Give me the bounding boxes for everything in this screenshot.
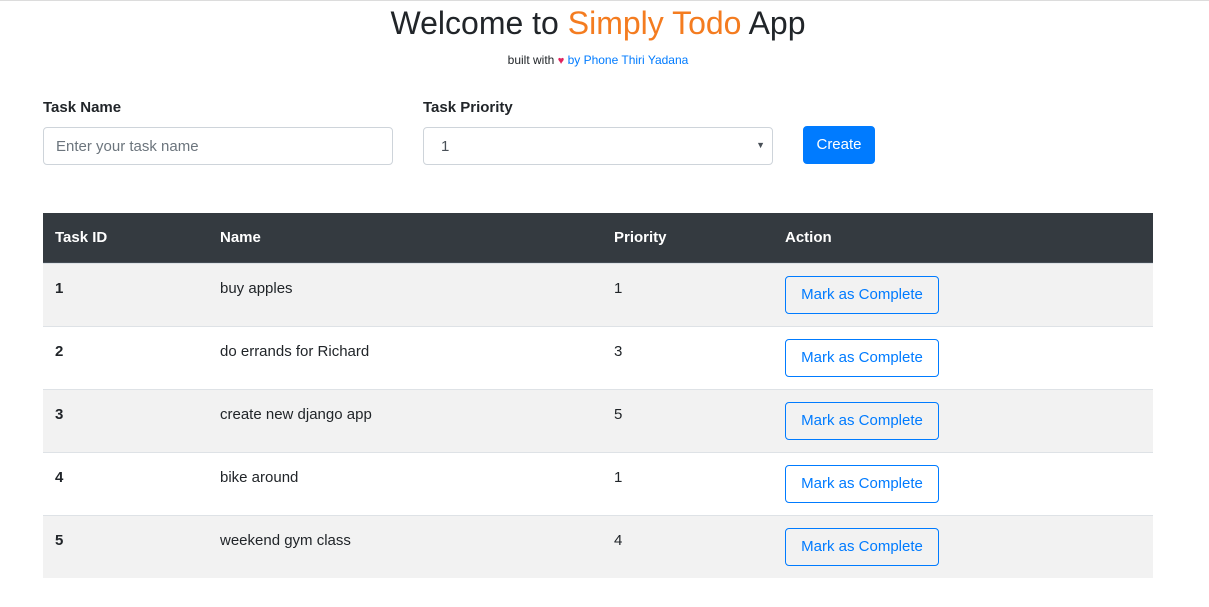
task-name-label: Task Name xyxy=(43,99,122,116)
task-priority-cell: 1 xyxy=(614,280,623,297)
task-priority-value: 1 xyxy=(441,138,450,155)
caret-down-icon: ▼ xyxy=(756,140,765,150)
title-prefix: Welcome to xyxy=(390,5,568,41)
byline-prefix: built with xyxy=(507,53,558,67)
header-name: Name xyxy=(220,229,261,246)
tasks-table: Task ID Name Priority Action 1 buy apple… xyxy=(43,213,1153,578)
task-name-cell: create new django app xyxy=(220,406,372,423)
mark-complete-button[interactable]: Mark as Complete xyxy=(785,276,939,314)
task-priority-select[interactable]: 1 ▼ xyxy=(423,127,773,165)
author-link[interactable]: by Phone Thiri Yadana xyxy=(568,53,689,67)
task-name-cell: do errands for Richard xyxy=(220,343,370,360)
header-priority: Priority xyxy=(614,229,667,246)
task-id-cell: 4 xyxy=(55,469,64,486)
task-id-cell: 5 xyxy=(55,532,64,549)
table-header: Task ID Name Priority Action xyxy=(43,213,1153,263)
task-id-cell: 2 xyxy=(55,343,64,360)
task-priority-cell: 3 xyxy=(614,343,623,360)
top-divider xyxy=(0,0,1209,1)
mark-complete-button[interactable]: Mark as Complete xyxy=(785,528,939,566)
table-row: 5 weekend gym class 4 Mark as Complete xyxy=(43,515,1153,578)
task-priority-cell: 1 xyxy=(614,469,623,486)
title-brand: Simply Todo xyxy=(567,5,742,41)
header-task-id: Task ID xyxy=(55,229,108,246)
task-id-cell: 1 xyxy=(55,280,64,297)
table-row: 4 bike around 1 Mark as Complete xyxy=(43,452,1153,515)
heart-icon: ♥ xyxy=(557,55,565,67)
task-id-cell: 3 xyxy=(55,406,64,423)
create-button[interactable]: Create xyxy=(803,126,875,164)
table-row: 1 buy apples 1 Mark as Complete xyxy=(43,263,1153,326)
mark-complete-button[interactable]: Mark as Complete xyxy=(785,465,939,503)
task-name-cell: buy apples xyxy=(220,280,293,297)
byline: built with ♥ by Phone Thiri Yadana xyxy=(0,52,1196,69)
task-priority-label: Task Priority xyxy=(423,99,513,116)
task-name-input[interactable] xyxy=(43,127,393,165)
task-name-cell: bike around xyxy=(220,469,299,486)
mark-complete-button[interactable]: Mark as Complete xyxy=(785,402,939,440)
table-row: 2 do errands for Richard 3 Mark as Compl… xyxy=(43,326,1153,389)
page-title: Welcome to Simply Todo App xyxy=(0,3,1196,43)
task-name-cell: weekend gym class xyxy=(220,532,351,549)
header-action: Action xyxy=(785,229,832,246)
task-priority-cell: 5 xyxy=(614,406,623,423)
task-priority-cell: 4 xyxy=(614,532,623,549)
table-row: 3 create new django app 5 Mark as Comple… xyxy=(43,389,1153,452)
mark-complete-button[interactable]: Mark as Complete xyxy=(785,339,939,377)
title-suffix: App xyxy=(741,5,806,41)
